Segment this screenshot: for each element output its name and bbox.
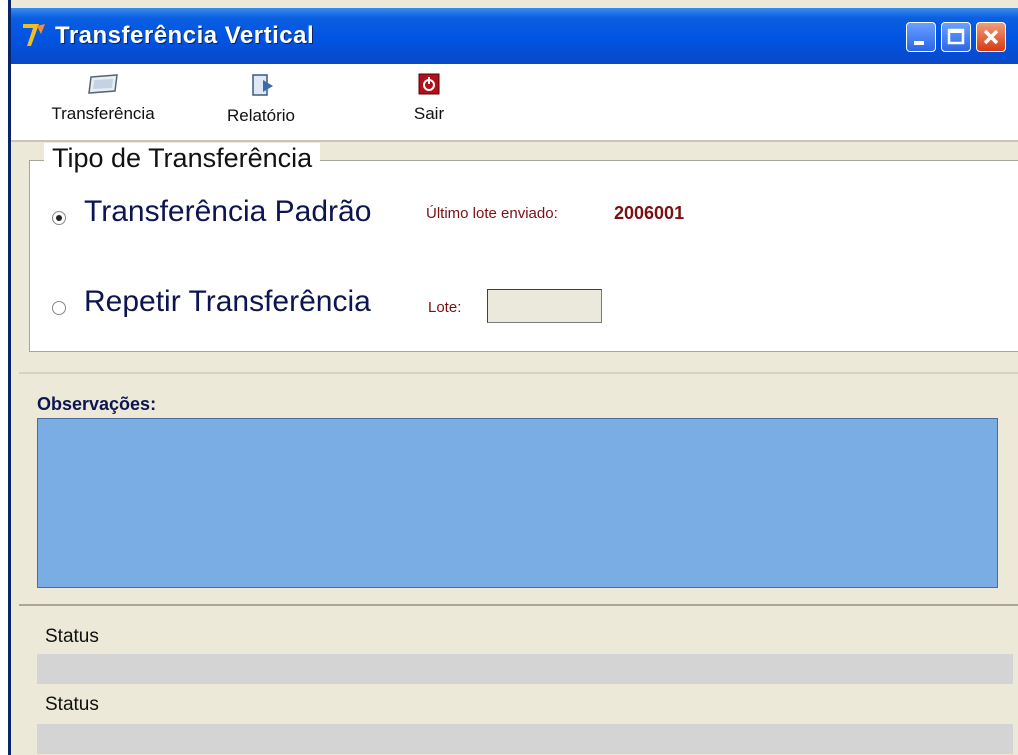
report-button-label: Relatório bbox=[226, 106, 296, 125]
exit-button[interactable]: Sair bbox=[399, 72, 459, 124]
standard-transfer-label[interactable]: Transferência Padrão bbox=[84, 195, 371, 229]
repeat-transfer-radio[interactable] bbox=[52, 301, 66, 315]
maximize-button[interactable] bbox=[941, 22, 971, 52]
exit-icon bbox=[418, 73, 440, 95]
transfer-button[interactable]: Transferência bbox=[33, 72, 173, 124]
observations-textarea[interactable] bbox=[37, 418, 998, 588]
title-bar[interactable]: Transferência Vertical bbox=[11, 8, 1018, 64]
status-label: Status bbox=[45, 694, 99, 715]
divider bbox=[19, 604, 1018, 606]
last-lot-label: Último lote enviado: bbox=[426, 205, 558, 222]
report-icon bbox=[252, 74, 273, 96]
observations-label: Observações: bbox=[37, 394, 157, 414]
minimize-icon bbox=[914, 41, 924, 45]
app-logo-icon bbox=[23, 24, 45, 46]
status-label: Status bbox=[45, 626, 99, 647]
repeat-transfer-label[interactable]: Repetir Transferência bbox=[84, 285, 371, 319]
close-button[interactable] bbox=[976, 22, 1006, 52]
status-bar bbox=[37, 724, 1013, 754]
close-icon bbox=[983, 29, 999, 45]
status-bar bbox=[37, 654, 1013, 684]
exit-button-label: Sair bbox=[413, 104, 445, 123]
lot-label: Lote: bbox=[428, 299, 462, 316]
maximize-icon bbox=[947, 28, 965, 45]
transfer-type-group: Tipo de Transferência Transferência Padr… bbox=[29, 143, 1018, 352]
transfer-button-label: Transferência bbox=[51, 104, 155, 123]
toolbar: Transferência Relatório Sair bbox=[11, 64, 1018, 142]
minimize-button[interactable] bbox=[906, 22, 936, 52]
last-lot-value: 2006001 bbox=[614, 203, 685, 223]
main-window: Transferência Vertical Transferência Rel… bbox=[8, 0, 1018, 755]
report-button[interactable]: Relatório bbox=[211, 72, 311, 126]
standard-transfer-radio[interactable] bbox=[52, 211, 66, 225]
lot-input[interactable] bbox=[487, 289, 602, 323]
divider bbox=[19, 372, 1018, 374]
window-title: Transferência Vertical bbox=[55, 22, 315, 49]
transfer-type-legend: Tipo de Transferência bbox=[44, 143, 321, 174]
transfer-icon bbox=[88, 74, 118, 94]
